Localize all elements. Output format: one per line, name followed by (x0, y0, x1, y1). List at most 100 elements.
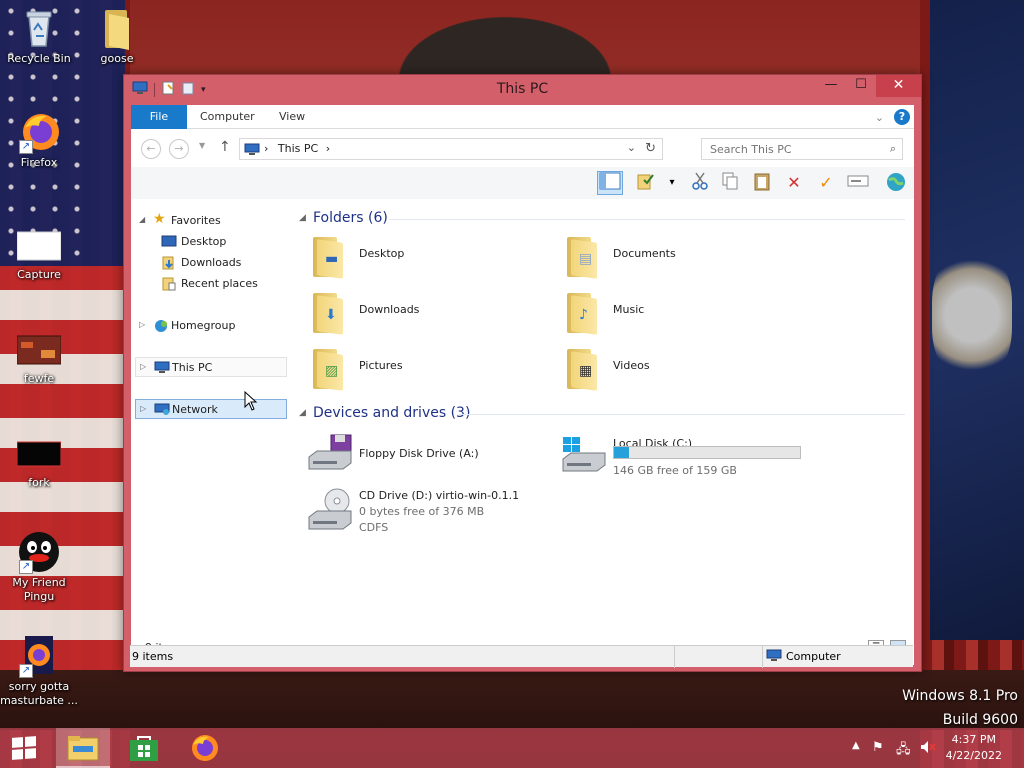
pingu-icon: ↗ (17, 530, 61, 574)
tab-computer[interactable]: Computer (187, 105, 268, 129)
taskbar-firefox[interactable] (180, 728, 228, 768)
expand-arrow-icon[interactable]: ▷ (139, 320, 145, 329)
downloads-folder-icon: ⬇ (307, 287, 351, 337)
image-file-icon (16, 430, 62, 474)
help-icon[interactable]: ? (894, 109, 910, 125)
folders-group-header[interactable]: ◢ Folders (6) (299, 209, 909, 229)
window-title: This PC (496, 81, 549, 97)
breadcrumb-this-pc[interactable]: This PC (278, 142, 318, 155)
tab-file[interactable]: File (131, 105, 187, 129)
close-button[interactable]: ✕ (876, 75, 921, 97)
cd-drive-icon (307, 487, 352, 537)
expand-ribbon-icon[interactable]: ⌄ (875, 111, 884, 124)
search-input[interactable] (702, 139, 872, 159)
address-bar[interactable]: › This PC › ⌄ ↻ (239, 138, 663, 160)
drive-tile-local-disk[interactable]: Local Disk (C:) 146 GB free of 159 GB (561, 431, 881, 483)
preview-pane-icon[interactable] (597, 171, 623, 195)
desktop-icon-sorry-gotta[interactable]: ↗ sorry gotta masturbate ... (0, 634, 78, 708)
desktop-icon-my-friend-pingu[interactable]: ↗ My Friend Pingu (0, 530, 78, 604)
maximize-button[interactable]: ☐ (846, 75, 876, 97)
desktop-icon-goose[interactable]: goose (78, 6, 156, 66)
folder-tile-videos[interactable]: ▦ Videos (561, 343, 801, 395)
desktop-icon-fewfe[interactable]: fewfe (0, 326, 78, 386)
refresh-icon[interactable]: ↻ (645, 141, 656, 156)
computer-icon (766, 649, 782, 665)
taskbar-store[interactable] (120, 728, 168, 768)
action-center-flag-icon[interactable]: ⚑ (872, 740, 884, 755)
drive-tile-cd[interactable]: CD Drive (D:) virtio-win-0.1.1 0 bytes f… (307, 487, 607, 547)
desktop-icon-label: Recycle Bin (7, 52, 71, 65)
copy-icon[interactable] (717, 171, 743, 195)
nav-this-pc[interactable]: ▷ This PC (135, 357, 287, 377)
videos-folder-icon: ▦ (561, 343, 605, 393)
start-button[interactable] (0, 728, 48, 768)
forward-button[interactable]: → (169, 139, 189, 159)
recent-locations-dropdown[interactable]: ▼ (199, 141, 205, 150)
title-bar[interactable]: ▾ This PC — ☐ ✕ (124, 75, 921, 105)
desktop-icon-label: Firefox (20, 156, 58, 169)
explorer-window[interactable]: ▾ This PC — ☐ ✕ File Computer View ⌄ ? ←… (123, 74, 922, 672)
system-tray: ▲ ⚑ 🖧 4:37 PM 4/22/2022 (844, 728, 1024, 768)
nav-favorites-recent-places[interactable]: Recent places (135, 274, 287, 294)
minimize-button[interactable]: — (816, 75, 846, 97)
file-explorer-icon (67, 734, 99, 765)
collapse-arrow-icon[interactable]: ◢ (299, 213, 306, 223)
taskbar-file-explorer[interactable] (56, 728, 110, 768)
desktop-icon-fork[interactable]: fork (0, 430, 78, 490)
collapse-arrow-icon[interactable]: ◢ (299, 408, 306, 418)
firefox-icon: ↗ (17, 634, 61, 678)
folder-tile-downloads[interactable]: ⬇ Downloads (307, 287, 547, 339)
folder-tile-desktop[interactable]: ▬ Desktop (307, 231, 547, 283)
nav-network[interactable]: ▷ Network (135, 399, 287, 419)
up-button[interactable]: ↑ (219, 139, 231, 155)
desktop-icon-label: Capture (17, 268, 61, 281)
volume-muted-icon[interactable] (920, 740, 936, 758)
navigation-pane: ◢ ★ Favorites Desktop Downloads Recent p… (131, 205, 293, 635)
expand-arrow-icon[interactable]: ▷ (140, 362, 146, 371)
nav-favorites-desktop[interactable]: Desktop (135, 232, 287, 252)
dropdown-arrow-icon[interactable]: ▾ (659, 171, 685, 195)
drives-group-header[interactable]: ◢ Devices and drives (3) (299, 404, 909, 424)
checkmark-icon[interactable]: ✓ (813, 171, 839, 195)
status-zone: Computer (786, 650, 841, 663)
nav-favorites-downloads[interactable]: Downloads (135, 253, 287, 273)
cut-icon[interactable] (687, 171, 713, 195)
windows-drive-icon (561, 431, 606, 481)
show-hidden-icons-icon[interactable]: ▲ (852, 740, 860, 751)
search-box[interactable]: ⌕ (701, 138, 903, 160)
folder-tile-music[interactable]: ♪ Music (561, 287, 801, 339)
store-icon (129, 734, 159, 765)
expand-arrow-icon[interactable]: ▷ (140, 404, 146, 413)
back-button[interactable]: ← (141, 139, 161, 159)
collapse-arrow-icon[interactable]: ◢ (139, 215, 145, 224)
address-dropdown-icon[interactable]: ⌄ (627, 141, 636, 154)
clock[interactable]: 4:37 PM 4/22/2022 (946, 732, 1002, 764)
os-watermark: Windows 8.1 Pro Build 9600 (902, 688, 1018, 728)
network-tray-icon[interactable]: 🖧 (896, 740, 911, 762)
drive-tile-floppy[interactable]: Floppy Disk Drive (A:) (307, 431, 547, 483)
status-item-count: 9 items (132, 650, 174, 663)
folder-tile-documents[interactable]: ▤ Documents (561, 231, 801, 283)
paste-icon[interactable] (749, 171, 775, 195)
globe-icon[interactable] (883, 171, 909, 195)
desktop-icon-recycle-bin[interactable]: Recycle Bin (0, 6, 78, 66)
firefox-icon (189, 733, 219, 766)
window-client: File Computer View ⌄ ? ← → ▼ ↑ › This PC… (131, 105, 914, 665)
delete-icon[interactable]: ✕ (781, 171, 807, 195)
desktop-icon-firefox[interactable]: ↗ Firefox (0, 110, 78, 170)
search-icon[interactable]: ⌕ (890, 142, 896, 156)
nav-favorites[interactable]: ◢ ★ Favorites (135, 211, 287, 231)
firefox-icon: ↗ (17, 110, 61, 154)
breadcrumb-separator[interactable]: › (326, 142, 330, 155)
taskbar: ▲ ⚑ 🖧 4:37 PM 4/22/2022 (0, 728, 1024, 768)
properties-check-icon[interactable] (633, 171, 659, 195)
nav-homegroup[interactable]: ▷ Homegroup (135, 316, 287, 336)
rename-icon[interactable] (845, 171, 871, 195)
breadcrumb[interactable]: › This PC › (264, 142, 330, 155)
desktop-icon (161, 235, 177, 249)
folder-tile-pictures[interactable]: ▨ Pictures (307, 343, 547, 395)
clock-date: 4/22/2022 (945, 749, 1002, 762)
tab-view[interactable]: View (266, 105, 318, 129)
desktop-icon-capture[interactable]: Capture (0, 222, 78, 282)
disk-capacity-fill (614, 447, 629, 458)
